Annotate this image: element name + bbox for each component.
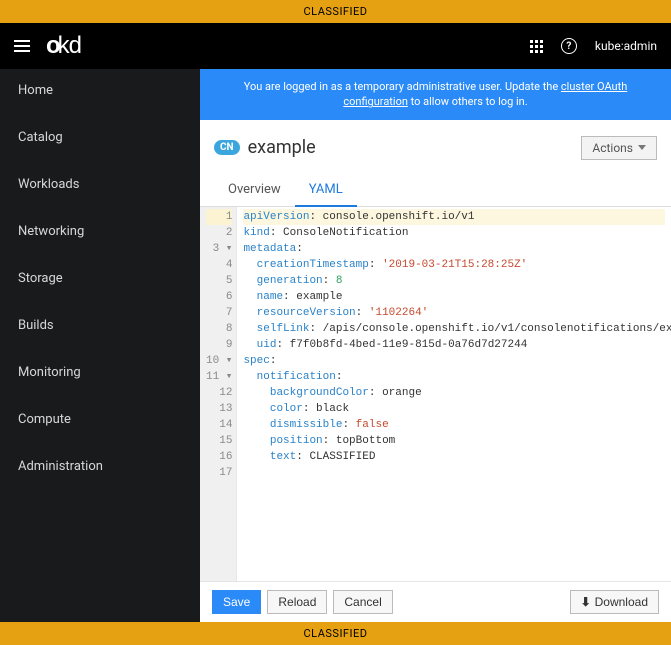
download-label: Download: [595, 595, 648, 609]
sidebar-item-home[interactable]: Home: [0, 69, 200, 112]
resource-header: CN example Actions: [200, 120, 671, 168]
sidebar-item-builds[interactable]: Builds: [0, 304, 200, 347]
logo[interactable]: okd: [46, 32, 81, 60]
editor-gutter: 123 ▾45678910 ▾11 ▾121314151617: [200, 207, 237, 581]
sidebar-item-compute[interactable]: Compute: [0, 398, 200, 441]
topbar: okd ? kube:admin: [0, 23, 671, 69]
tab-overview[interactable]: Overview: [214, 174, 295, 206]
yaml-editor[interactable]: 123 ▾45678910 ▾11 ▾121314151617 apiVersi…: [200, 207, 671, 581]
notice-suffix: to allow others to log in.: [408, 95, 528, 108]
actions-label: Actions: [592, 141, 633, 155]
resource-kind-badge: CN: [214, 140, 240, 155]
logo-text-kd: kd: [58, 32, 81, 60]
save-button[interactable]: Save: [212, 590, 261, 614]
app-launcher-icon[interactable]: [530, 40, 543, 53]
reload-button[interactable]: Reload: [267, 590, 327, 614]
editor-footer: Save Reload Cancel ⬇ Download: [200, 581, 671, 622]
main-content: You are logged in as a temporary adminis…: [200, 69, 671, 622]
help-icon[interactable]: ?: [561, 38, 577, 54]
download-button[interactable]: ⬇ Download: [570, 590, 659, 614]
notice-prefix: You are logged in as a temporary adminis…: [244, 80, 561, 93]
editor-code[interactable]: apiVersion: console.openshift.io/v1kind:…: [237, 207, 671, 581]
download-icon: ⬇: [581, 595, 591, 609]
sidebar-item-administration[interactable]: Administration: [0, 445, 200, 488]
actions-dropdown[interactable]: Actions: [581, 136, 657, 160]
menu-toggle-button[interactable]: [14, 40, 30, 52]
tab-yaml[interactable]: YAML: [295, 174, 357, 207]
sidebar-item-catalog[interactable]: Catalog: [0, 116, 200, 159]
resource-title: example: [248, 137, 316, 158]
user-menu[interactable]: kube:admin: [595, 39, 657, 53]
chevron-down-icon: [638, 145, 646, 150]
tab-bar: Overview YAML: [200, 174, 671, 207]
sidebar-item-monitoring[interactable]: Monitoring: [0, 351, 200, 394]
sidebar-item-networking[interactable]: Networking: [0, 210, 200, 253]
notification-banner-top: CLASSIFIED: [0, 0, 671, 23]
sidebar: Home Catalog Workloads Networking Storag…: [0, 69, 200, 622]
sidebar-item-workloads[interactable]: Workloads: [0, 163, 200, 206]
notification-banner-bottom: CLASSIFIED: [0, 622, 671, 645]
sidebar-item-storage[interactable]: Storage: [0, 257, 200, 300]
cancel-button[interactable]: Cancel: [333, 590, 392, 614]
login-notice: You are logged in as a temporary adminis…: [200, 69, 671, 120]
